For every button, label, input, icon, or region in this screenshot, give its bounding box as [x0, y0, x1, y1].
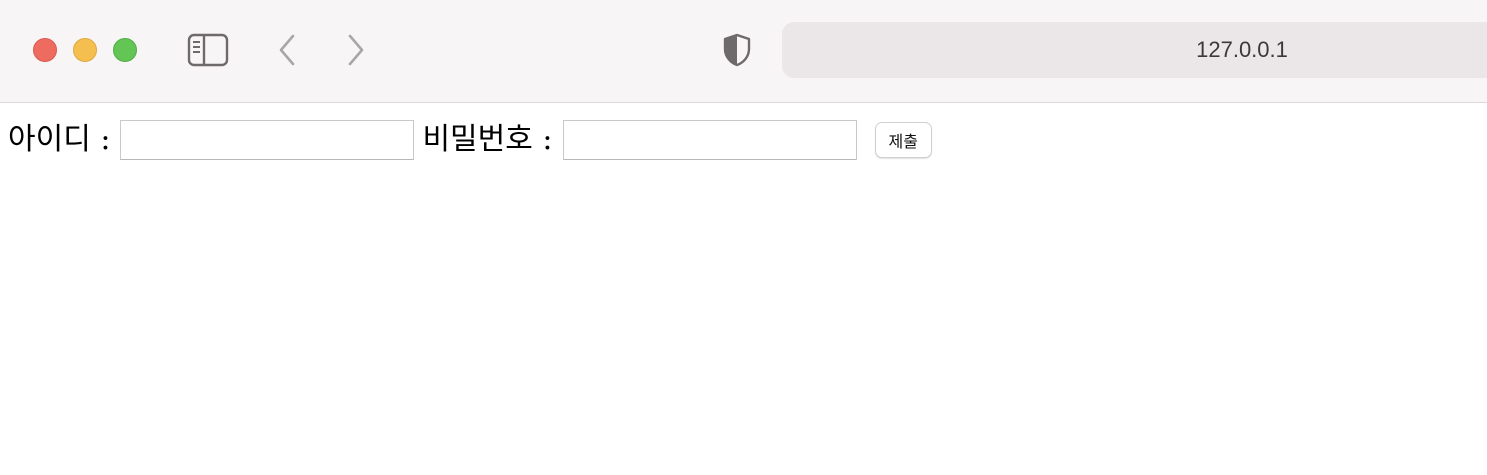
- sidebar-icon[interactable]: [187, 33, 229, 67]
- minimize-window-button[interactable]: [73, 38, 97, 62]
- submit-button[interactable]: 제출: [874, 122, 932, 158]
- close-window-button[interactable]: [33, 38, 57, 62]
- password-label: 비밀번호 :: [422, 122, 553, 157]
- chevron-left-icon[interactable]: [274, 32, 300, 68]
- address-text: 127.0.0.1: [1196, 37, 1288, 62]
- password-input[interactable]: [562, 120, 857, 160]
- address-bar[interactable]: 127.0.0.1: [782, 22, 1487, 78]
- maximize-window-button[interactable]: [113, 38, 137, 62]
- shield-icon[interactable]: [721, 32, 753, 68]
- browser-toolbar: 127.0.0.1: [0, 0, 1487, 103]
- login-form: 아이디 : 비밀번호 : 제출: [8, 118, 932, 162]
- chevron-right-icon[interactable]: [343, 32, 369, 68]
- id-label: 아이디 :: [8, 122, 111, 157]
- id-input[interactable]: [120, 120, 415, 160]
